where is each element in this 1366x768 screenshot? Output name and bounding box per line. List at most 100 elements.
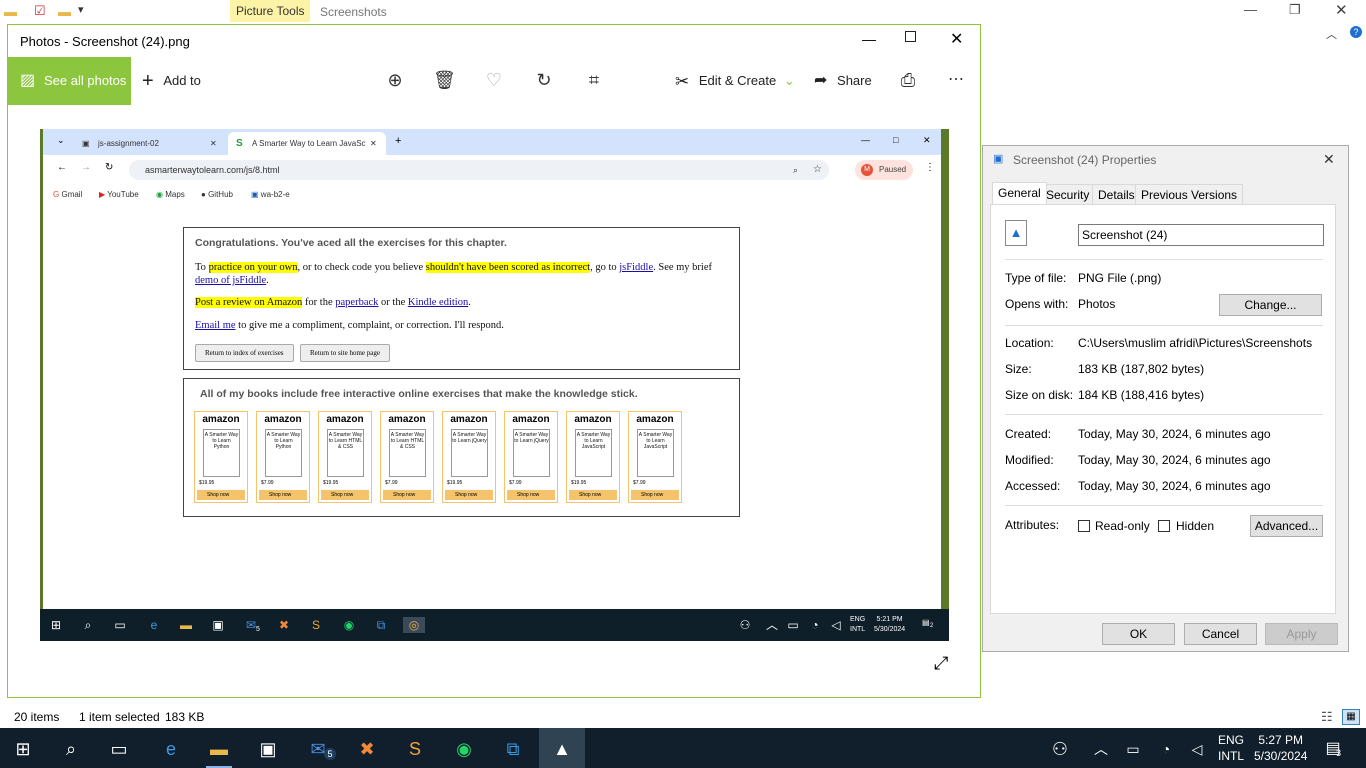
help-icon[interactable]: ?	[1350, 26, 1362, 38]
captured-browser-window: ⌄ ▣ js-assignment-02 ✕ S A Smarter Way t…	[43, 129, 941, 609]
captured-wifi-icon: ◔	[811, 618, 819, 632]
book-price: $19.95	[447, 480, 463, 486]
book-cover: A Smarter Way to Learn Python	[265, 429, 302, 477]
books-box: All of my books include free interactive…	[183, 378, 740, 517]
photos-minimize-icon[interactable]: —	[862, 31, 876, 47]
captured-edge-icon: e	[150, 618, 158, 632]
book-price: $7.99	[385, 480, 398, 486]
clock[interactable]: 5:27 PM 5/30/2024	[1254, 732, 1307, 764]
tab-details[interactable]: Details	[1092, 184, 1141, 204]
input-language[interactable]: ENG INTL	[1218, 732, 1244, 764]
task-view-icon[interactable]: ▭	[108, 738, 130, 760]
size-value: 183 KB (187,802 bytes)	[1078, 362, 1205, 376]
new-folder-icon[interactable]: ▬	[58, 4, 71, 19]
photos-maximize-icon[interactable]	[905, 31, 916, 42]
tab1-favicon: ▣	[82, 139, 90, 148]
captured-taskview-icon: ▭	[114, 618, 126, 632]
shop-now-button: Shop now	[321, 490, 369, 500]
restore-icon[interactable]: ❐	[1289, 2, 1301, 18]
readonly-label: Read-only	[1095, 519, 1150, 533]
captured-explorer-icon: ▬	[180, 618, 192, 632]
advanced-button[interactable]: Advanced...	[1250, 515, 1323, 537]
print-icon[interactable]: ⎙	[897, 69, 919, 91]
rotate-icon[interactable]: ↻	[533, 69, 555, 91]
file-name-input[interactable]	[1078, 224, 1324, 246]
delete-icon[interactable]: 🗑	[433, 69, 456, 91]
kindle-link: Kindle edition	[407, 297, 469, 308]
volume-icon[interactable]: ◁	[1186, 738, 1208, 760]
reload-icon: ↻	[105, 162, 114, 173]
sublime-text-icon[interactable]: S	[404, 738, 426, 760]
books-heading: All of my books include free interactive…	[200, 388, 638, 400]
edge-icon[interactable]: e	[160, 738, 182, 760]
photos-taskbar-button[interactable]: ▲	[539, 728, 585, 768]
book-card: amazon A Smarter Way to Learn Python $19.9…	[194, 411, 248, 503]
share-button[interactable]: ➦ Share	[814, 57, 872, 105]
captured-mail-badge: 5	[256, 626, 260, 633]
url-field: asmarterwaytolearn.com/js/8.html ⌕ ☆	[129, 160, 829, 180]
edit-wand-icon: ✂	[675, 72, 690, 91]
tab-security[interactable]: Security	[1040, 184, 1096, 204]
shop-now-button: Shop now	[259, 490, 307, 500]
book-title: A Smarter Way to Learn HTML & CSS	[328, 432, 363, 450]
picture-tools-tab[interactable]: Picture Tools	[230, 0, 311, 22]
search-icon[interactable]: ⌕	[60, 738, 82, 760]
browser-close-icon: ✕	[923, 135, 931, 145]
book-price: $7.99	[261, 480, 274, 486]
clock-date: 5/30/2024	[1254, 749, 1308, 763]
book-title: A Smarter Way to Learn jQuery	[514, 432, 549, 444]
folder-icon[interactable]: ▬	[4, 4, 17, 19]
people-icon[interactable]: ⚇	[1049, 738, 1071, 760]
amazon-logo: amazon	[202, 414, 240, 425]
attributes-label: Attributes:	[1005, 518, 1060, 532]
modified-value: Today, May 30, 2024, 6 minutes ago	[1078, 453, 1271, 467]
details-view-icon[interactable]: ☷	[1321, 706, 1333, 728]
bookmark-maps: ◉ Maps	[156, 190, 185, 199]
ribbon-collapse-icon[interactable]: ︿	[1326, 26, 1337, 42]
tray-overflow-icon[interactable]: ︿	[1090, 738, 1112, 760]
crop-icon[interactable]: ⌗	[583, 69, 605, 91]
photos-close-icon[interactable]: ✕	[950, 29, 963, 49]
tab-previous-versions[interactable]: Previous Versions	[1135, 184, 1244, 204]
captured-xampp-icon: ✖	[278, 618, 290, 632]
see-all-photos-button[interactable]: ▨ See all photos	[8, 57, 131, 105]
wifi-icon[interactable]: ◔	[1155, 738, 1177, 760]
favorite-icon[interactable]: ♡	[483, 69, 505, 91]
email-link: Email me	[195, 320, 236, 331]
file-explorer-icon[interactable]: ▬	[208, 738, 230, 760]
bookmark-youtube: ▶ YouTube	[99, 190, 139, 199]
large-icons-view-icon[interactable]: ▦	[1342, 709, 1360, 725]
see-all-photos-label: See all photos	[44, 73, 127, 88]
tab-general[interactable]: General	[992, 182, 1047, 204]
close-icon[interactable]: ✕	[1335, 1, 1348, 19]
fullscreen-expand-icon[interactable]: ⤢	[934, 653, 948, 674]
store-icon[interactable]: ▣	[257, 738, 279, 760]
apply-button[interactable]: Apply	[1265, 623, 1338, 645]
book-price: $19.95	[571, 480, 587, 486]
book-title: A Smarter Way to Learn HTML & CSS	[390, 432, 425, 450]
return-index-button: Return to index of exercises	[195, 344, 294, 362]
start-icon[interactable]: ⊞	[12, 738, 34, 760]
quick-access-dropdown-icon[interactable]: ▾	[78, 3, 84, 16]
whatsapp-icon[interactable]: ◉	[453, 738, 475, 760]
xampp-icon[interactable]: ✖	[356, 738, 378, 760]
cancel-button[interactable]: Cancel	[1184, 623, 1257, 645]
dialog-close-icon[interactable]: ✕	[1323, 151, 1335, 168]
zoom-icon[interactable]: ⊕	[384, 69, 406, 91]
captured-store-icon: ▣	[212, 618, 224, 632]
captured-notification-count: 2	[930, 623, 934, 629]
battery-icon[interactable]: ▭	[1122, 738, 1144, 760]
minimize-icon[interactable]: —	[1244, 2, 1257, 17]
add-to-button[interactable]: + Add to	[142, 57, 201, 105]
vscode-icon[interactable]: ⧉	[502, 738, 524, 760]
properties-icon[interactable]: ☑	[34, 3, 46, 19]
readonly-checkbox[interactable]	[1078, 520, 1090, 532]
edit-create-button[interactable]: ✂ Edit & Create ⌄	[675, 57, 795, 105]
forward-icon: →	[81, 162, 91, 173]
hidden-checkbox[interactable]	[1158, 520, 1170, 532]
ok-button[interactable]: OK	[1102, 623, 1175, 645]
book-title: A Smarter Way to Learn Python	[204, 432, 239, 450]
more-options-icon[interactable]: ⋯	[945, 69, 967, 91]
change-button[interactable]: Change...	[1219, 294, 1322, 316]
book-cover: A Smarter Way to Learn HTML & CSS	[327, 429, 364, 477]
